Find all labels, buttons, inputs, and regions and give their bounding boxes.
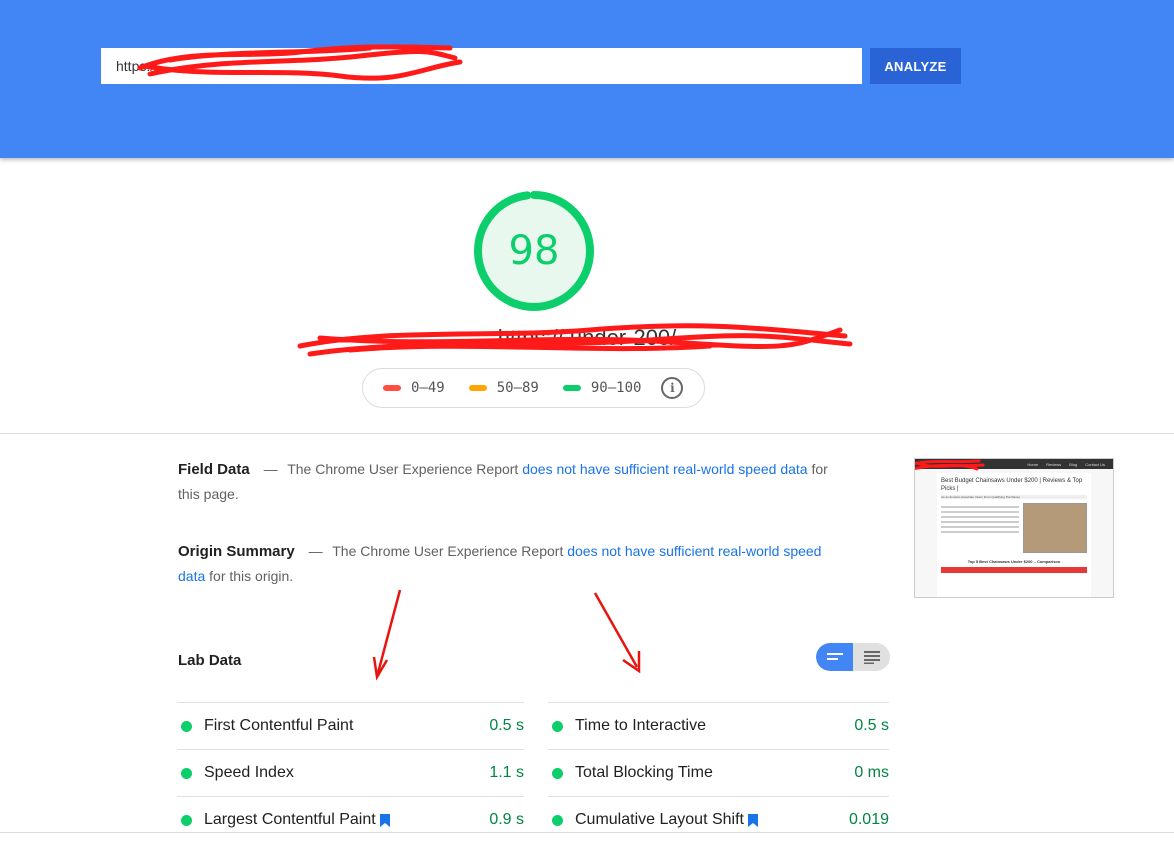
expanded-list-icon [863, 651, 880, 664]
thumb-table-header [941, 567, 1087, 573]
field-data-text: The Chrome User Experience Report [287, 461, 519, 477]
compact-view-button[interactable] [816, 643, 853, 671]
metric-value: 0 ms [854, 764, 889, 781]
thumb-table-heading: Top 5 Best Chainsaws Under $200 – Compar… [967, 559, 1061, 564]
dash: — [263, 461, 278, 477]
legend-item-average: 50–89 [468, 380, 539, 396]
info-icon[interactable]: i [661, 377, 684, 399]
annotation-arrow [593, 592, 641, 674]
metric-name: First Contentful Paint [204, 717, 354, 734]
page-url: https:// under-200/ [497, 325, 677, 350]
thumb-body [941, 503, 1087, 553]
thumb-nav-item: Reviews [1046, 461, 1062, 467]
metric-row: Total Blocking Time 0 ms [548, 749, 889, 796]
metric-value: 0.5 s [854, 717, 889, 734]
thumb-text-lines [941, 503, 1019, 553]
dash: — [308, 543, 323, 559]
pass-dot-icon [552, 720, 563, 732]
metric-name: Total Blocking Time [575, 764, 713, 781]
metric-name: Cumulative Layout Shift [575, 811, 744, 828]
url-input[interactable] [101, 48, 862, 84]
origin-summary-section: Origin Summary — The Chrome User Experie… [178, 539, 838, 589]
metric-value: 1.1 s [489, 764, 524, 781]
compact-list-icon [826, 653, 843, 660]
legend-swatch [468, 385, 487, 391]
origin-summary-title: Origin Summary [178, 543, 295, 560]
legend-swatch [383, 385, 401, 391]
lab-data-title: Lab Data [178, 652, 242, 669]
legend-label: 50–89 [496, 380, 539, 396]
legend-item-pass: 90–100 [562, 380, 642, 396]
metric-value: 0.5 s [489, 717, 524, 734]
score-legend: 0–49 50–89 90–100 i [362, 368, 705, 408]
thumb-subtitle: As an Amazon Associate I Earn From Quali… [941, 495, 1087, 499]
analyze-button[interactable]: ANALYZE [870, 48, 961, 84]
origin-summary-text: The Chrome User Experience Report [332, 543, 564, 559]
bookmark-icon [379, 813, 390, 827]
page-screenshot-thumbnail: Home Reviews Blog Contact Us Best Budget… [914, 458, 1114, 598]
metric-name: Largest Contentful Paint [204, 811, 376, 828]
thumb-content: Best Budget Chainsaws Under $200 | Revie… [937, 473, 1091, 597]
legend-label: 0–49 [411, 380, 445, 396]
metric-row: Largest Contentful Paint 0.9 s [177, 796, 524, 843]
legend-swatch [562, 385, 581, 391]
expanded-view-button[interactable] [853, 643, 890, 671]
metric-name-wrap: Largest Contentful Paint [204, 811, 489, 829]
field-data-title: Field Data [178, 461, 250, 478]
thumb-title: Best Budget Chainsaws Under $200 | Revie… [941, 478, 1083, 492]
thumb-nav-item: Blog [1069, 461, 1078, 467]
metric-name: Speed Index [204, 764, 294, 781]
pass-dot-icon [552, 814, 563, 826]
metrics-view-toggle[interactable] [816, 643, 890, 671]
metric-value: 0.9 s [489, 811, 524, 828]
header-bar: ANALYZE [0, 0, 1174, 158]
thumb-nav-item: Home [1027, 461, 1039, 467]
bookmark-icon [747, 813, 758, 827]
pass-dot-icon [181, 767, 192, 779]
thumb-navbar: Home Reviews Blog Contact Us [915, 459, 1113, 469]
thumb-image [1023, 503, 1087, 553]
section-divider [0, 433, 1174, 434]
performance-score: 98 [508, 228, 560, 274]
legend-label: 90–100 [590, 380, 642, 396]
pass-dot-icon [181, 814, 192, 826]
thumb-nav-item: Contact Us [1085, 461, 1105, 467]
annotation-arrow [372, 589, 402, 681]
bottom-divider [0, 832, 1174, 833]
metric-value: 0.019 [848, 811, 889, 828]
metric-name: Time to Interactive [575, 717, 707, 734]
metric-row: First Contentful Paint 0.5 s [177, 702, 524, 749]
metric-row: Cumulative Layout Shift 0.019 [548, 796, 889, 843]
pass-dot-icon [552, 767, 563, 779]
metric-name-wrap: Cumulative Layout Shift [575, 811, 849, 829]
metric-row: Speed Index 1.1 s [177, 749, 524, 796]
legend-item-fail: 0–49 [383, 380, 445, 396]
origin-summary-text-after: for this origin. [209, 568, 294, 584]
metric-row: Time to Interactive 0.5 s [548, 702, 889, 749]
field-data-link[interactable]: does not have sufficient real-world spee… [522, 461, 807, 477]
pass-dot-icon [181, 720, 192, 732]
field-data-section: Field Data — The Chrome User Experience … [178, 457, 838, 507]
